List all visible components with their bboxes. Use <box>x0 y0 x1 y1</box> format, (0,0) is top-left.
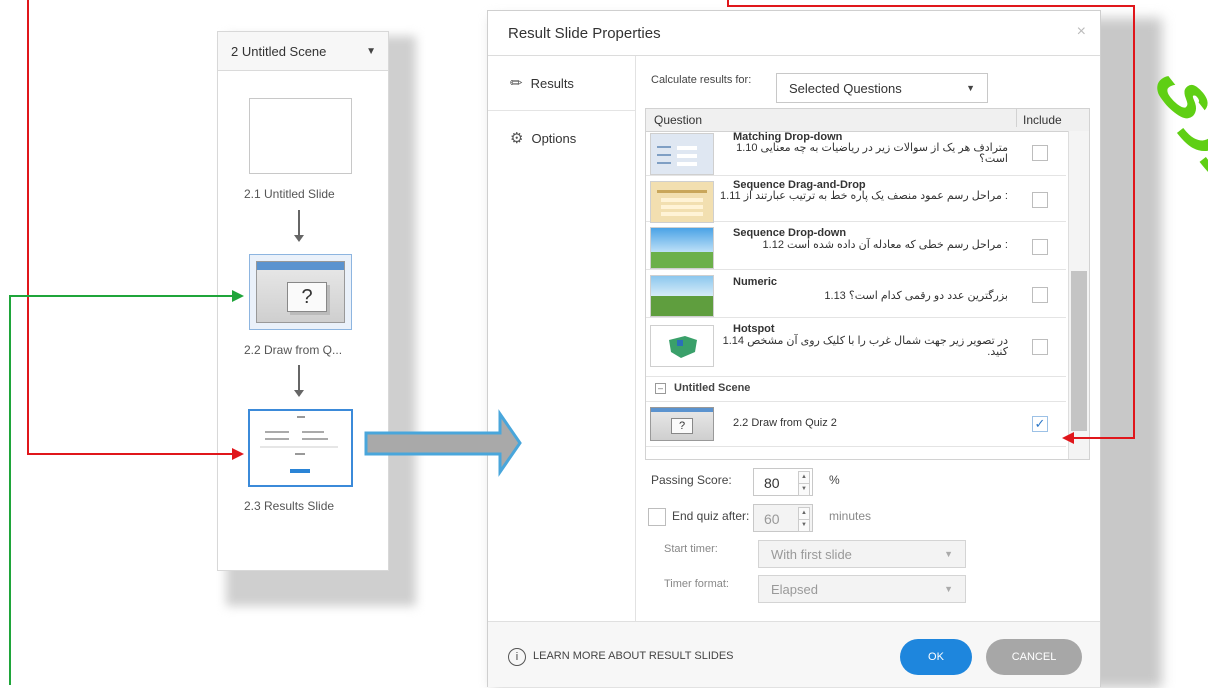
red-arrowhead-icon <box>232 448 244 460</box>
big-transition-arrow-icon <box>364 409 522 477</box>
annotation-arrows <box>9 0 1135 685</box>
red-arrowhead-icon <box>1062 432 1074 444</box>
red-arrow-line <box>27 0 236 455</box>
green-arrowhead-icon <box>232 290 244 302</box>
red-arrow-line-right <box>727 0 1135 439</box>
green-arrow-line <box>9 295 236 685</box>
